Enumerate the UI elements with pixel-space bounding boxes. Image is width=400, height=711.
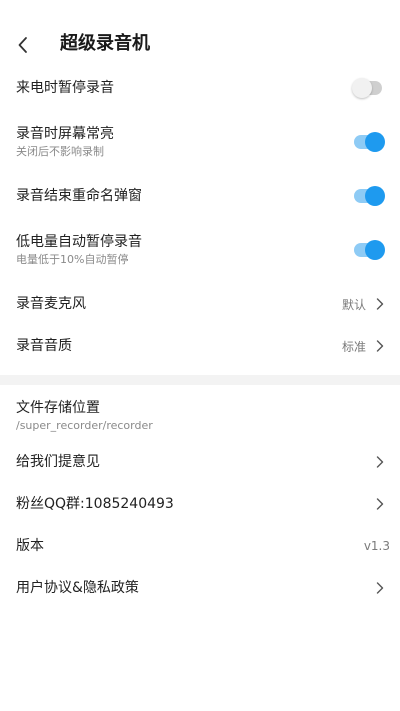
chevron-right-icon [374, 497, 386, 511]
setting-rename-popup-label: 录音结束重命名弹窗 [16, 188, 142, 204]
setting-quality-value: 标准 [341, 339, 366, 354]
setting-low-battery-label: 低电量自动暂停录音 [16, 234, 142, 250]
setting-qq-group-label: 粉丝QQ群:1085240493 [16, 496, 174, 512]
setting-quality[interactable]: 录音音质 标准 [0, 325, 400, 367]
toggle-knob [365, 240, 385, 260]
other-list: 文件存储位置 /super_recorder/recorder 给我们提意见 粉… [0, 391, 400, 609]
section-divider [0, 375, 400, 385]
setting-low-battery: 低电量自动暂停录音 电量低于10%自动暂停 [0, 225, 400, 275]
toggle-knob [365, 186, 385, 206]
setting-low-battery-sub: 电量低于10%自动暂停 [16, 253, 129, 266]
setting-screen-on-label: 录音时屏幕常亮 [16, 126, 114, 142]
setting-microphone-label: 录音麦克风 [16, 296, 86, 312]
chevron-right-icon [374, 581, 386, 595]
screen-on-toggle[interactable] [354, 132, 385, 152]
chevron-left-icon [18, 37, 27, 53]
toggle-knob [352, 78, 372, 98]
setting-qq-group[interactable]: 粉丝QQ群:1085240493 [0, 483, 400, 525]
setting-storage-label: 文件存储位置 [16, 400, 100, 416]
setting-agreement[interactable]: 用户协议&隐私政策 [0, 567, 400, 609]
call-pause-toggle[interactable] [352, 78, 382, 98]
setting-storage[interactable]: 文件存储位置 /super_recorder/recorder [0, 391, 400, 441]
settings-list: 来电时暂停录音 录音时屏幕常亮 关闭后不影响录制 录音结束重命名弹窗 低电量自动… [0, 67, 400, 367]
back-button[interactable] [10, 32, 36, 58]
chevron-right-icon [374, 455, 386, 469]
setting-call-pause-label: 来电时暂停录音 [16, 80, 114, 96]
setting-storage-path: /super_recorder/recorder [16, 419, 153, 432]
setting-version: 版本 v1.3 [0, 525, 400, 567]
toggle-knob [365, 132, 385, 152]
setting-version-label: 版本 [16, 538, 44, 554]
low-battery-toggle[interactable] [354, 240, 385, 260]
setting-microphone[interactable]: 录音麦克风 默认 [0, 283, 400, 325]
setting-screen-on-sub: 关闭后不影响录制 [16, 145, 104, 158]
chevron-right-icon [374, 297, 386, 311]
setting-call-pause: 来电时暂停录音 [0, 67, 400, 109]
chevron-right-icon [374, 339, 386, 353]
page-title: 超级录音机 [60, 33, 150, 54]
setting-version-value: v1.3 [363, 539, 390, 553]
rename-popup-toggle[interactable] [354, 186, 385, 206]
setting-feedback-label: 给我们提意见 [16, 454, 100, 470]
setting-feedback[interactable]: 给我们提意见 [0, 441, 400, 483]
setting-agreement-label: 用户协议&隐私政策 [16, 580, 139, 596]
setting-screen-on: 录音时屏幕常亮 关闭后不影响录制 [0, 117, 400, 167]
setting-rename-popup: 录音结束重命名弹窗 [0, 175, 400, 217]
setting-microphone-value: 默认 [341, 297, 366, 312]
setting-quality-label: 录音音质 [16, 338, 72, 354]
